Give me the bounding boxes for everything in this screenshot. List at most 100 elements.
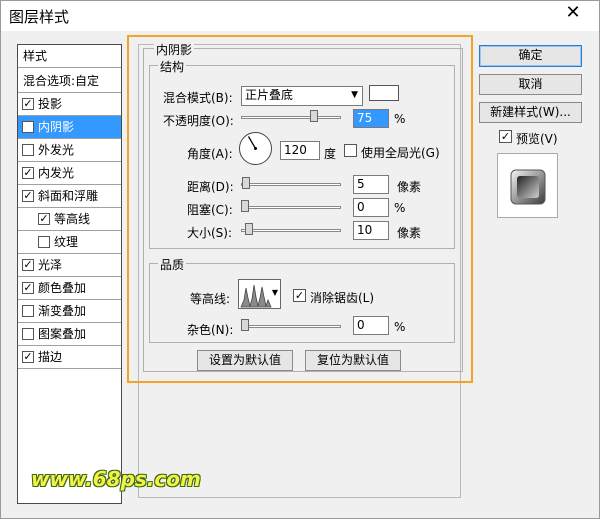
noise-slider[interactable]: [241, 319, 341, 333]
style-list-item-label: 内发光: [38, 166, 75, 180]
cancel-button[interactable]: 取消: [479, 74, 582, 95]
style-list-item-label: 图案叠加: [38, 327, 87, 341]
style-list-checkbox[interactable]: [22, 328, 34, 340]
dialog-title: 图层样式: [9, 8, 70, 26]
chevron-down-icon: ▼: [271, 288, 278, 297]
style-list-item-label: 外发光: [38, 143, 75, 157]
noise-unit: %: [394, 320, 406, 334]
noise-slider-thumb[interactable]: [241, 319, 249, 331]
opacity-input[interactable]: 75: [353, 109, 389, 128]
close-icon[interactable]: ✕: [562, 1, 584, 25]
preview-swatch-icon: [510, 169, 546, 205]
choke-slider[interactable]: [241, 200, 341, 214]
style-list-item[interactable]: ✓ 投影: [18, 93, 121, 116]
style-list-item-label: 等高线: [54, 212, 91, 226]
choke-label: 阻塞(C):: [187, 203, 233, 217]
noise-input[interactable]: 0: [353, 316, 389, 335]
distance-input[interactable]: 5: [353, 175, 389, 194]
anti-alias-checkbox[interactable]: ✓: [293, 289, 306, 302]
structure-title: 结构: [158, 58, 187, 75]
style-preview-thumbnail: [497, 153, 558, 218]
choke-slider-track: [241, 206, 341, 209]
style-list-checkbox[interactable]: ✓: [22, 190, 34, 202]
style-list-item[interactable]: ✓ 斜面和浮雕: [18, 185, 121, 208]
style-list-checkbox[interactable]: ✓: [22, 121, 34, 133]
style-list-item[interactable]: ✓ 颜色叠加: [18, 277, 121, 300]
preview-checkbox[interactable]: ✓: [499, 130, 512, 143]
style-list-checkbox[interactable]: ✓: [22, 259, 34, 271]
style-list: 样式 混合选项:自定 ✓ 投影 ✓ 内阴影外发光 ✓ 内发光 ✓ 斜面和浮雕 ✓ 等高线纹理 ✓ 光泽…: [17, 44, 122, 504]
choke-unit: %: [394, 201, 406, 215]
style-list-header[interactable]: 样式: [18, 45, 121, 68]
style-list-item[interactable]: ✓ 等高线: [18, 208, 121, 231]
title-bar[interactable]: 图层样式 ✕: [1, 1, 599, 31]
angle-unit: 度: [324, 147, 337, 161]
distance-label: 距离(D):: [187, 180, 234, 194]
style-list-item[interactable]: 外发光: [18, 139, 121, 162]
size-input[interactable]: 10: [353, 221, 389, 240]
contour-curve-icon: [240, 280, 272, 308]
make-default-button[interactable]: 设置为默认值: [197, 350, 293, 371]
choke-input[interactable]: 0: [353, 198, 389, 217]
style-list-item[interactable]: 图案叠加: [18, 323, 121, 346]
opacity-slider-track: [241, 116, 341, 119]
choke-slider-thumb[interactable]: [241, 200, 249, 212]
style-list-item-label: 内阴影: [38, 120, 75, 134]
size-slider[interactable]: [241, 223, 341, 237]
blend-mode-label: 混合模式(B):: [163, 91, 233, 105]
reset-default-button[interactable]: 复位为默认值: [305, 350, 401, 371]
style-list-checkbox[interactable]: [38, 236, 50, 248]
style-list-item-label: 纹理: [54, 235, 79, 249]
style-list-item-label: 渐变叠加: [38, 304, 87, 318]
shadow-color-swatch[interactable]: [369, 85, 399, 101]
contour-label: 等高线:: [190, 292, 231, 306]
chevron-down-icon: ▼: [351, 90, 358, 100]
distance-slider-track: [241, 183, 341, 186]
anti-alias-label: 消除锯齿(L): [310, 291, 375, 305]
style-list-item[interactable]: ✓ 描边: [18, 346, 121, 369]
style-list-checkbox[interactable]: [22, 305, 34, 317]
style-list-item-label: 投影: [38, 97, 63, 111]
watermark-text: www.68ps.com: [31, 467, 201, 491]
style-list-checkbox[interactable]: ✓: [22, 282, 34, 294]
blend-mode-value: 正片叠底: [245, 88, 294, 102]
ok-button[interactable]: 确定: [479, 45, 582, 67]
noise-label: 杂色(N):: [187, 323, 234, 337]
angle-dial[interactable]: [239, 132, 272, 165]
size-unit: 像素: [397, 226, 422, 240]
size-slider-thumb[interactable]: [245, 223, 253, 235]
inner-shadow-title: 内阴影: [154, 41, 195, 58]
style-list-item[interactable]: 纹理: [18, 231, 121, 254]
style-list-item[interactable]: ✓ 光泽: [18, 254, 121, 277]
style-list-item[interactable]: 渐变叠加: [18, 300, 121, 323]
contour-picker[interactable]: ▼: [238, 279, 281, 309]
style-list-checkbox[interactable]: ✓: [22, 167, 34, 179]
style-list-item-label: 光泽: [38, 258, 63, 272]
angle-dial-needle: [247, 136, 257, 150]
opacity-slider[interactable]: [241, 110, 341, 124]
distance-slider[interactable]: [241, 177, 341, 191]
size-label: 大小(S):: [187, 226, 233, 240]
angle-label: 角度(A):: [187, 147, 233, 161]
style-list-item-label: 颜色叠加: [38, 281, 87, 295]
quality-title: 品质: [158, 256, 187, 273]
style-list-item-label: 描边: [38, 350, 63, 364]
size-slider-track: [241, 229, 341, 232]
angle-input[interactable]: 120: [280, 141, 320, 160]
global-light-checkbox[interactable]: [344, 144, 357, 157]
style-list-item-label: 斜面和浮雕: [38, 189, 99, 203]
style-list-checkbox[interactable]: ✓: [22, 351, 34, 363]
style-list-item[interactable]: ✓ 内发光: [18, 162, 121, 185]
style-list-item[interactable]: ✓ 内阴影: [18, 116, 121, 139]
new-style-button[interactable]: 新建样式(W)...: [479, 102, 582, 123]
opacity-slider-thumb[interactable]: [310, 110, 318, 122]
layer-style-dialog: 图层样式 ✕ 样式 混合选项:自定 ✓ 投影 ✓ 内阴影外发光 ✓ 内发光 ✓ 斜面和浮雕 ✓ 等…: [0, 0, 600, 519]
style-list-checkbox[interactable]: [22, 144, 34, 156]
blend-options-item[interactable]: 混合选项:自定: [18, 70, 121, 93]
distance-slider-thumb[interactable]: [242, 177, 250, 189]
style-list-checkbox[interactable]: ✓: [22, 98, 34, 110]
opacity-unit: %: [394, 112, 406, 126]
preview-label: 预览(V): [516, 132, 558, 146]
style-list-checkbox[interactable]: ✓: [38, 213, 50, 225]
blend-mode-select[interactable]: 正片叠底 ▼: [241, 86, 363, 106]
